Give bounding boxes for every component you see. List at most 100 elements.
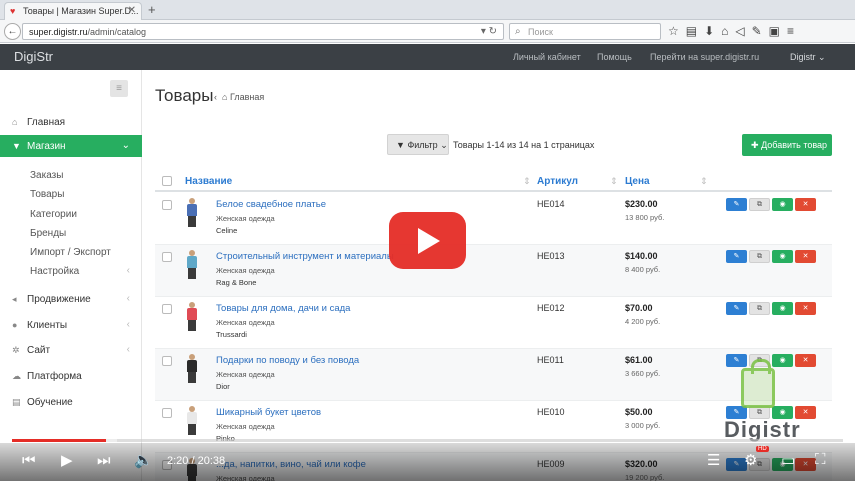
chevron-down-icon: ⌄ <box>121 140 130 151</box>
sort-icon[interactable]: ⇕ <box>610 176 618 187</box>
breadcrumb-home-link[interactable]: Главная <box>230 92 264 102</box>
chevron-down-icon: ⌄ <box>440 140 448 150</box>
row-checkbox[interactable] <box>162 304 172 314</box>
column-name-header[interactable]: Название <box>185 176 232 187</box>
copy-icon[interactable]: ⧉ <box>749 250 770 263</box>
row-checkbox[interactable] <box>162 252 172 262</box>
previous-icon[interactable]: ⏮ <box>22 452 36 469</box>
view-eye-icon[interactable]: ◉ <box>772 250 793 263</box>
sort-icon[interactable]: ⇕ <box>523 176 531 187</box>
product-sku: HE010 <box>537 407 565 417</box>
table-row[interactable]: Белое свадебное платье Женская одежда Ce… <box>155 193 832 245</box>
reload-icon[interactable]: ▾ ↻ <box>481 26 497 37</box>
video-played <box>12 439 106 442</box>
pagination-summary: Товары 1-14 из 14 на 1 страницах <box>453 140 595 150</box>
add-product-label: Добавить товар <box>761 140 828 150</box>
sidebar-sub-import-export[interactable]: Импорт / Экспорт <box>0 243 142 261</box>
new-tab-icon[interactable]: + <box>148 2 156 17</box>
row-actions: ✎ ⧉ ◉ ✕ <box>726 302 817 315</box>
sort-icon[interactable]: ⇕ <box>700 176 708 187</box>
browser-tab[interactable]: ♥ Товары | Магазин Super.D... ✕ <box>4 2 142 20</box>
cart-icon: ▼ <box>12 141 21 151</box>
row-checkbox[interactable] <box>162 356 172 366</box>
sidebar-item-platform[interactable]: ☁ Платформа <box>0 365 142 387</box>
column-sku-header[interactable]: Артикул <box>537 176 578 187</box>
video-progress-bar[interactable] <box>12 439 843 442</box>
product-price: $230.00 <box>625 199 658 209</box>
play-icon <box>418 228 440 254</box>
row-checkbox[interactable] <box>162 408 172 418</box>
delete-x-icon[interactable]: ✕ <box>795 302 816 315</box>
sidebar-sub-orders[interactable]: Заказы <box>0 166 142 184</box>
subtitles-icon[interactable]: ☰ <box>707 451 720 469</box>
table-row[interactable]: Строительный инструмент и материалы Женс… <box>155 245 832 297</box>
next-icon[interactable]: ⏭ <box>97 452 111 469</box>
chevron-down-icon: ⌄ <box>818 52 826 62</box>
address-bar[interactable]: super.digistr.ru/admin/catalog ▾ ↻ <box>22 23 504 40</box>
fullscreen-icon[interactable]: ⛶ <box>815 451 826 468</box>
close-tab-icon[interactable]: ✕ <box>128 5 136 16</box>
copy-icon[interactable]: ⧉ <box>749 198 770 211</box>
nav-help-link[interactable]: Помощь <box>597 52 632 62</box>
table-header: Название ⇕ Артикул ⇕ Цена ⇕ <box>155 170 832 192</box>
product-thumbnail[interactable] <box>185 250 199 279</box>
edit-pencil-icon[interactable]: ✎ <box>726 250 747 263</box>
settings-gear-icon[interactable]: ⚙ <box>744 451 757 469</box>
thumb-shirt <box>187 412 197 424</box>
product-name-link[interactable]: Строительный инструмент и материалы <box>216 251 394 262</box>
product-name-link[interactable]: Шикарный букет цветов <box>216 407 321 418</box>
add-product-button[interactable]: ✚ Добавить товар <box>742 134 832 156</box>
product-name-link[interactable]: Товары для дома, дачи и сада <box>216 303 350 314</box>
edit-pencil-icon[interactable]: ✎ <box>726 198 747 211</box>
column-price-header[interactable]: Цена <box>625 176 650 187</box>
edit-pencil-icon[interactable]: ✎ <box>726 302 747 315</box>
filter-button[interactable]: ▼ Фильтр ⌄ <box>387 134 449 155</box>
sidebar-item-label: Платформа <box>27 371 82 382</box>
product-sku: HE013 <box>537 251 565 261</box>
sidebar-item-shop[interactable]: ▼ Магазин ⌄ <box>0 135 142 157</box>
delete-x-icon[interactable]: ✕ <box>795 250 816 263</box>
sidebar-item-learning[interactable]: ▤ Обучение <box>0 391 142 413</box>
select-all-checkbox[interactable] <box>162 176 172 186</box>
product-thumbnail[interactable] <box>185 198 199 227</box>
video-play-button[interactable] <box>389 212 466 269</box>
table-row[interactable]: Товары для дома, дачи и сада Женская оде… <box>155 297 832 349</box>
sidebar-item-home[interactable]: ⌂ Главная <box>0 111 142 133</box>
product-name-link[interactable]: Белое свадебное платье <box>216 199 326 210</box>
thumb-legs <box>188 424 196 435</box>
thumb-legs <box>188 268 196 279</box>
volume-icon[interactable]: 🔈 <box>134 451 153 469</box>
product-thumbnail[interactable] <box>185 302 199 331</box>
sidebar-item-promotion[interactable]: ◂ Продвижение ‹ <box>0 288 142 310</box>
sidebar-sub-brands[interactable]: Бренды <box>0 224 142 242</box>
sidebar-item-clients[interactable]: ● Клиенты ‹ <box>0 314 142 336</box>
user-menu[interactable]: Digistr ⌄ <box>790 52 826 63</box>
hd-badge: HD <box>756 446 769 452</box>
copy-icon[interactable]: ⧉ <box>749 302 770 315</box>
sidebar-sub-categories[interactable]: Категории <box>0 205 142 223</box>
browser-toolbar-icons[interactable]: ☆▤⬇⌂◁✎▣≡ <box>668 24 801 38</box>
view-eye-icon[interactable]: ◉ <box>772 198 793 211</box>
product-sku: HE014 <box>537 199 565 209</box>
sidebar-item-site[interactable]: ✲ Сайт ‹ <box>0 339 142 361</box>
row-checkbox[interactable] <box>162 200 172 210</box>
nav-site-link[interactable]: Перейти на super.digistr.ru <box>650 52 759 62</box>
product-thumbnail[interactable] <box>185 406 199 435</box>
browser-search-input[interactable]: ⌕ Поиск <box>509 23 661 40</box>
product-thumbnail[interactable] <box>185 354 199 383</box>
nav-cabinet-link[interactable]: Личный кабинет <box>513 52 581 62</box>
product-name-link[interactable]: Подарки по поводу и без повода <box>216 355 359 366</box>
theater-mode-icon[interactable]: ▭ <box>781 451 795 469</box>
view-eye-icon[interactable]: ◉ <box>772 302 793 315</box>
play-icon[interactable]: ▶ <box>61 451 73 469</box>
sidebar-sub-settings[interactable]: Настройка ‹ <box>0 262 142 280</box>
sidebar-sub-products[interactable]: Товары <box>0 185 142 203</box>
product-price-rub: 3 000 руб. <box>625 421 661 430</box>
product-brand: Trussardi <box>216 330 247 339</box>
back-arrow-icon[interactable]: ← <box>4 23 21 40</box>
delete-x-icon[interactable]: ✕ <box>795 198 816 211</box>
brand-logo[interactable]: DigiStr <box>14 49 53 64</box>
row-actions: ✎ ⧉ ◉ ✕ <box>726 250 817 263</box>
url-path: /admin/catalog <box>87 27 147 37</box>
menu-toggle-icon[interactable]: ≡ <box>110 80 128 97</box>
